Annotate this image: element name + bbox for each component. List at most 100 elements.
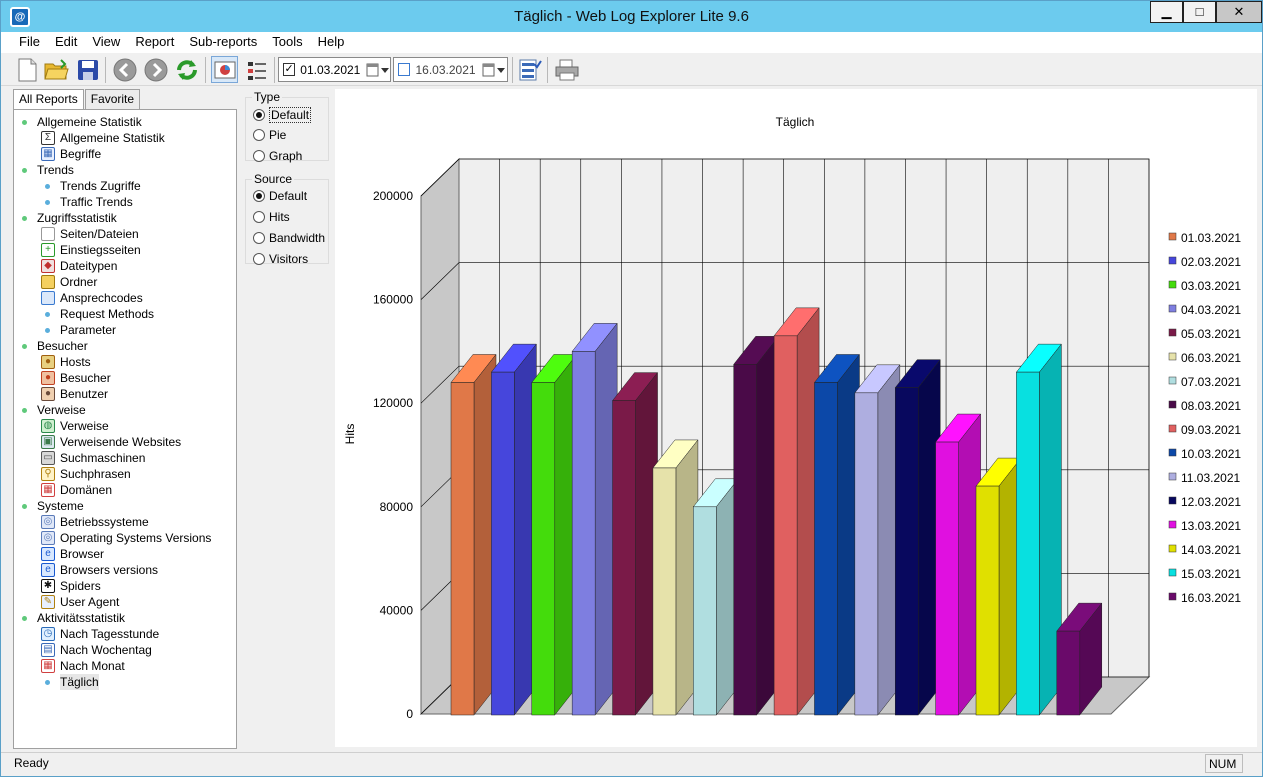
bar (450, 382, 475, 716)
type-radio-graph[interactable]: Graph (253, 149, 302, 163)
tree-item[interactable]: ▦ Begriffe (14, 146, 236, 162)
bar (491, 371, 515, 716)
menu-sub-reports[interactable]: Sub-reports (181, 32, 264, 53)
tree-group-item[interactable]: Besucher (14, 338, 236, 354)
legend-swatch (1168, 256, 1177, 265)
tree-item[interactable]: Seiten/Dateien (14, 226, 236, 242)
type-radio-default[interactable]: Default (253, 107, 312, 123)
tree-item[interactable]: Täglich (14, 674, 236, 690)
tree-item[interactable]: ▭ Suchmaschinen (14, 450, 236, 466)
bar-chart: 0 40000 80000 120000 160000 200000 Täglich Hits… (343, 115, 1241, 721)
forward-arrow-icon[interactable] (142, 56, 169, 83)
calendar-dropdown-icon[interactable] (366, 61, 390, 79)
y-tick-label: 80000 (380, 500, 414, 514)
save-icon[interactable] (74, 56, 101, 83)
tree-group-item[interactable]: Allgemeine Statistik (14, 114, 236, 130)
new-file-icon[interactable] (13, 56, 40, 83)
maximize-button[interactable]: □ (1183, 1, 1216, 23)
calendar-dropdown-icon[interactable] (482, 61, 507, 79)
ie-icon: e (41, 563, 55, 577)
date-from-picker[interactable]: ✓ 01.03.2021 (278, 57, 391, 82)
menu-help[interactable]: Help (310, 32, 352, 53)
tab-all-reports[interactable]: All Reports (13, 89, 84, 110)
tree-item[interactable]: ▦ Nach Monat (14, 658, 236, 674)
type-radio-pie[interactable]: Pie (253, 128, 286, 142)
tree-item[interactable]: Σ Allgemeine Statistik (14, 130, 236, 146)
date-to-checkbox[interactable] (398, 63, 411, 76)
tree-item[interactable]: ● Hosts (14, 354, 236, 370)
tree-item[interactable]: e Browser (14, 546, 236, 562)
date-from-value: 01.03.2021 (300, 62, 361, 77)
tree-item-label: Verweise (37, 403, 86, 417)
menu-report[interactable]: Report (127, 32, 181, 53)
tab-favorite[interactable]: Favorite (84, 89, 141, 109)
tree-item[interactable]: ▦ Domänen (14, 482, 236, 498)
title-bar[interactable]: @ Täglich - Web Log Explorer Lite 9.6 ▁ … (1, 1, 1262, 32)
report-settings-icon[interactable] (516, 56, 543, 83)
sigma-icon: Σ (41, 131, 55, 145)
source-radio-hits[interactable]: Hits (253, 210, 290, 224)
chart-title: Täglich (776, 115, 815, 129)
date-from-checkbox[interactable]: ✓ (283, 63, 296, 76)
tree-item[interactable]: ◎ Betriebssysteme (14, 514, 236, 530)
tree-item[interactable]: Ansprechcodes (14, 290, 236, 306)
tree-item[interactable]: ◆ Dateitypen (14, 258, 236, 274)
tree-group-item[interactable]: Trends (14, 162, 236, 178)
bar (894, 387, 919, 716)
radio-icon (253, 150, 265, 162)
menu-edit[interactable]: Edit (47, 32, 84, 53)
tree-item[interactable]: ◎ Operating Systems Versions (14, 530, 236, 546)
tree-bullet-icon (22, 407, 27, 413)
tree-item[interactable]: ▣ Verweisende Websites (14, 434, 236, 450)
tree-item[interactable]: ✎ User Agent (14, 594, 236, 610)
tree-item[interactable]: ⚲ Suchphrasen (14, 466, 236, 482)
menu-view[interactable]: View (84, 32, 127, 53)
open-folder-icon[interactable] (43, 56, 70, 83)
source-radio-default[interactable]: Default (253, 189, 307, 203)
chart-view-icon[interactable] (211, 56, 238, 83)
tree-group-item[interactable]: Aktivitätsstatistik (14, 610, 236, 626)
tree-item[interactable]: + Einstiegsseiten (14, 242, 236, 258)
tree-item[interactable]: Trends Zugriffe (14, 178, 236, 194)
filetypes-icon: ◆ (41, 259, 55, 273)
minimize-button[interactable]: ▁ (1150, 1, 1183, 23)
radio-icon (253, 232, 265, 244)
tree-bullet-icon (45, 679, 50, 685)
bar (935, 441, 959, 716)
list-view-icon[interactable] (243, 56, 270, 83)
reports-pane: All Reports Favorite Allgemeine Statisti… (9, 89, 238, 749)
menu-tools[interactable]: Tools (264, 32, 309, 53)
tree-group-item[interactable]: Zugriffsstatistik (14, 210, 236, 226)
tree-item-label: Browser (60, 547, 105, 561)
source-radio-visitors[interactable]: Visitors (253, 252, 308, 266)
tree-item[interactable]: e Browsers versions (14, 562, 236, 578)
menu-file[interactable]: File (11, 32, 47, 53)
refresh-icon[interactable] (173, 56, 200, 83)
back-arrow-icon[interactable] (111, 56, 138, 83)
tree-item[interactable]: Request Methods (14, 306, 236, 322)
tree-item-label: Begriffe (60, 147, 102, 161)
tree-group-item[interactable]: Verweise (14, 402, 236, 418)
date-to-picker[interactable]: 16.03.2021 (393, 57, 508, 82)
tree-item[interactable]: Parameter (14, 322, 236, 338)
page-icon (41, 227, 55, 241)
tree-item[interactable]: ◍ Verweise (14, 418, 236, 434)
tree-item-label: Ansprechcodes (60, 291, 143, 305)
tree-item[interactable]: ● Benutzer (14, 386, 236, 402)
source-radio-bandwidth[interactable]: Bandwidth (253, 231, 325, 245)
tree-item[interactable]: ▤ Nach Wochentag (14, 642, 236, 658)
tree-item-label: Parameter (60, 323, 117, 337)
magnifier-icon: ⚲ (41, 467, 55, 481)
spider-icon: ✱ (41, 579, 55, 593)
tree-item[interactable]: ✱ Spiders (14, 578, 236, 594)
tree-item-label: Trends (37, 163, 74, 177)
tree-item[interactable]: Traffic Trends (14, 194, 236, 210)
folder-icon (41, 275, 55, 289)
close-button[interactable]: ✕ (1216, 1, 1262, 23)
tree-item[interactable]: ◷ Nach Tagesstunde (14, 626, 236, 642)
legend-label: 05.03.2021 (1181, 327, 1241, 341)
print-icon[interactable] (553, 56, 580, 83)
tree-group-item[interactable]: Systeme (14, 498, 236, 514)
tree-item[interactable]: Ordner (14, 274, 236, 290)
tree-item[interactable]: ● Besucher (14, 370, 236, 386)
